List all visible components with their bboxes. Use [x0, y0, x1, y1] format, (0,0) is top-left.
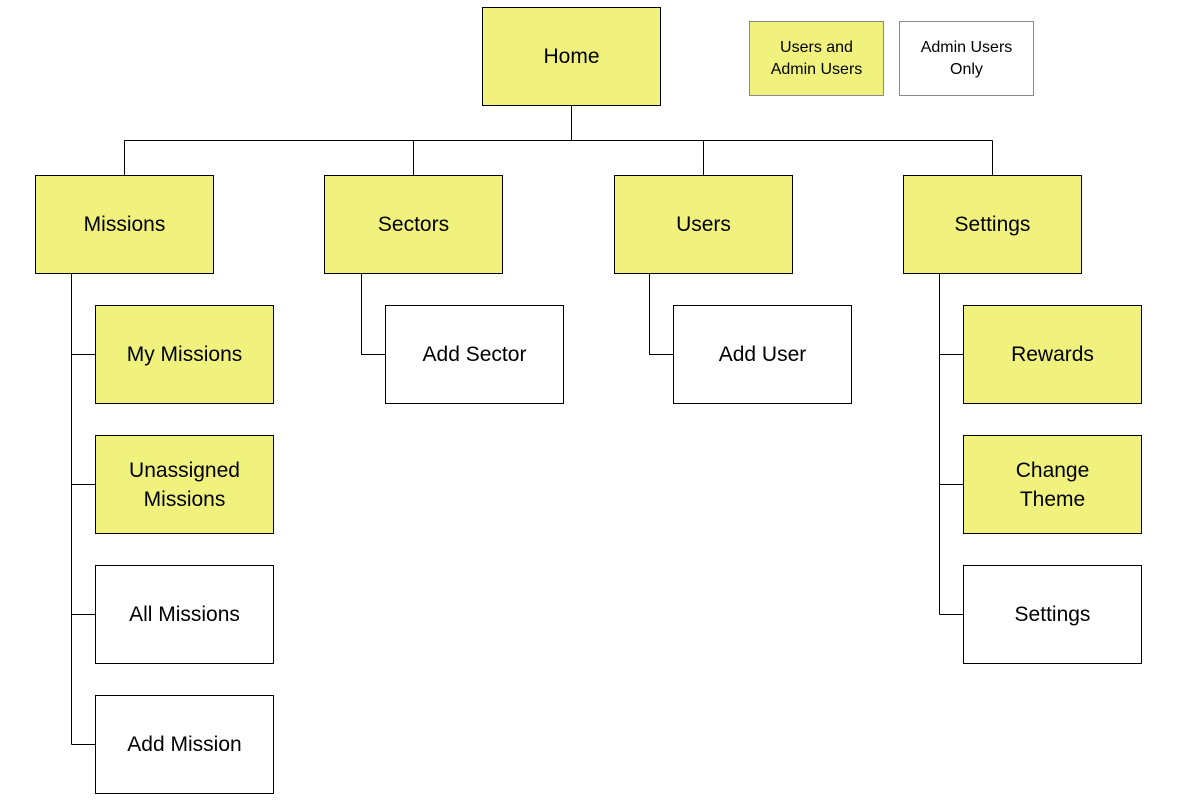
node-rewards: Rewards	[963, 305, 1142, 404]
node-missions: Missions	[35, 175, 214, 274]
node-home: Home	[482, 7, 661, 106]
node-add-sector: Add Sector	[385, 305, 564, 404]
root-connector	[124, 105, 993, 175]
settings-connector	[939, 273, 963, 615]
legend-admin-only: Admin Users Only	[899, 21, 1034, 96]
node-change-theme: Change Theme	[963, 435, 1142, 534]
node-add-user: Add User	[673, 305, 852, 404]
node-users: Users	[614, 175, 793, 274]
sectors-connector	[361, 273, 385, 355]
node-settings-page: Settings	[963, 565, 1142, 664]
missions-connector	[71, 273, 95, 745]
users-connector	[649, 273, 673, 355]
node-unassigned-missions: Unassigned Missions	[95, 435, 274, 534]
node-all-missions: All Missions	[95, 565, 274, 664]
sitemap-diagram: Home Users and Admin Users Admin Users O…	[0, 0, 1200, 800]
node-sectors: Sectors	[324, 175, 503, 274]
legend-users-and-admin: Users and Admin Users	[749, 21, 884, 96]
node-add-mission: Add Mission	[95, 695, 274, 794]
node-my-missions: My Missions	[95, 305, 274, 404]
node-settings: Settings	[903, 175, 1082, 274]
